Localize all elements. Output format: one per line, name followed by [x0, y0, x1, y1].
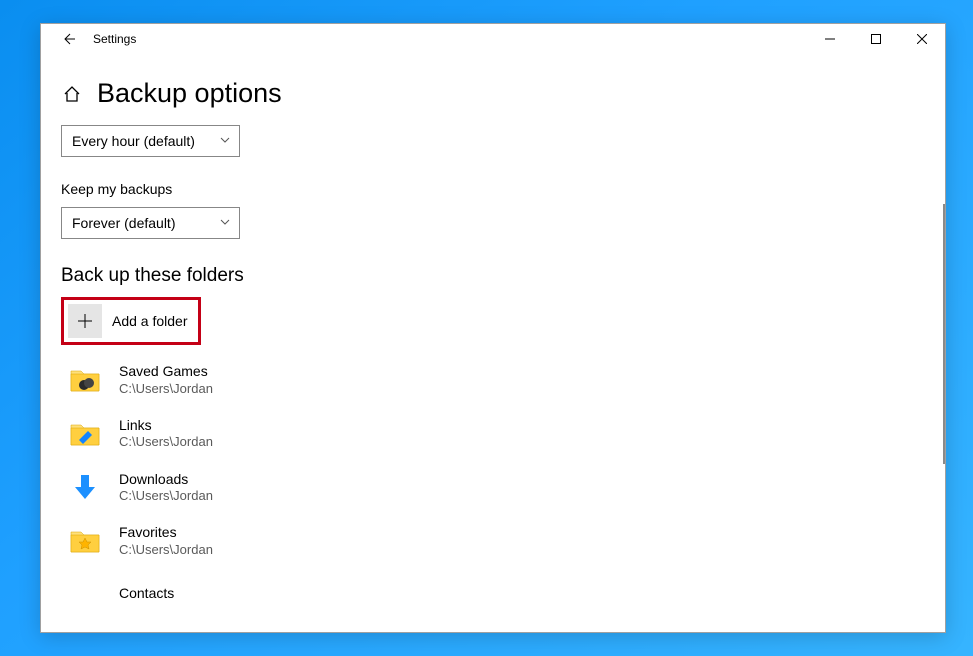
- keep-backups-label: Keep my backups: [61, 181, 925, 197]
- folder-path: C:\Users\Jordan: [119, 488, 213, 504]
- folder-name: Contacts: [119, 585, 174, 603]
- scrollbar[interactable]: [943, 204, 945, 464]
- settings-window: Settings Backup options Every hour: [40, 23, 946, 633]
- keep-backups-dropdown[interactable]: Forever (default): [61, 207, 240, 239]
- folder-name: Links: [119, 417, 213, 435]
- minimize-button[interactable]: [807, 24, 853, 54]
- add-folder-button[interactable]: Add a folder: [61, 297, 201, 345]
- content-area: Backup options Every hour (default) Keep…: [41, 54, 945, 632]
- folder-name: Saved Games: [119, 363, 213, 381]
- favorites-folder-icon: [69, 525, 101, 557]
- saved-games-folder-icon: [69, 364, 101, 396]
- keep-backups-value: Forever (default): [72, 215, 175, 231]
- plus-icon: [68, 304, 102, 338]
- folder-name: Downloads: [119, 471, 213, 489]
- folder-item-contacts[interactable]: Contacts: [69, 578, 925, 610]
- window-title: Settings: [93, 32, 136, 46]
- chevron-down-icon: [219, 133, 231, 149]
- folder-item-text: Saved Games C:\Users\Jordan: [119, 363, 213, 397]
- folder-item-favorites[interactable]: Favorites C:\Users\Jordan: [69, 524, 925, 558]
- window-controls: [807, 24, 945, 54]
- folder-item-links[interactable]: Links C:\Users\Jordan: [69, 417, 925, 451]
- page-title: Backup options: [97, 78, 282, 109]
- chevron-down-icon: [219, 215, 231, 231]
- page-header: Backup options: [61, 78, 925, 109]
- close-button[interactable]: [899, 24, 945, 54]
- home-button[interactable]: [61, 83, 83, 105]
- back-button[interactable]: [47, 24, 89, 54]
- maximize-button[interactable]: [853, 24, 899, 54]
- folder-path: C:\Users\Jordan: [119, 542, 213, 558]
- folder-item-text: Contacts: [119, 585, 174, 603]
- folder-name: Favorites: [119, 524, 213, 542]
- backup-frequency-dropdown[interactable]: Every hour (default): [61, 125, 240, 157]
- folder-item-text: Downloads C:\Users\Jordan: [119, 471, 213, 505]
- folders-heading: Back up these folders: [61, 265, 925, 287]
- folder-item-downloads[interactable]: Downloads C:\Users\Jordan: [69, 471, 925, 505]
- add-folder-label: Add a folder: [112, 313, 188, 329]
- folder-path: C:\Users\Jordan: [119, 381, 213, 397]
- folder-item-text: Links C:\Users\Jordan: [119, 417, 213, 451]
- backup-frequency-value: Every hour (default): [72, 133, 195, 149]
- folder-item-saved-games[interactable]: Saved Games C:\Users\Jordan: [69, 363, 925, 397]
- links-folder-icon: [69, 418, 101, 450]
- folder-list: Saved Games C:\Users\Jordan Links C:\Use…: [61, 363, 925, 590]
- downloads-icon: [69, 471, 101, 503]
- folder-item-text: Favorites C:\Users\Jordan: [119, 524, 213, 558]
- titlebar: Settings: [41, 24, 945, 54]
- folder-path: C:\Users\Jordan: [119, 434, 213, 450]
